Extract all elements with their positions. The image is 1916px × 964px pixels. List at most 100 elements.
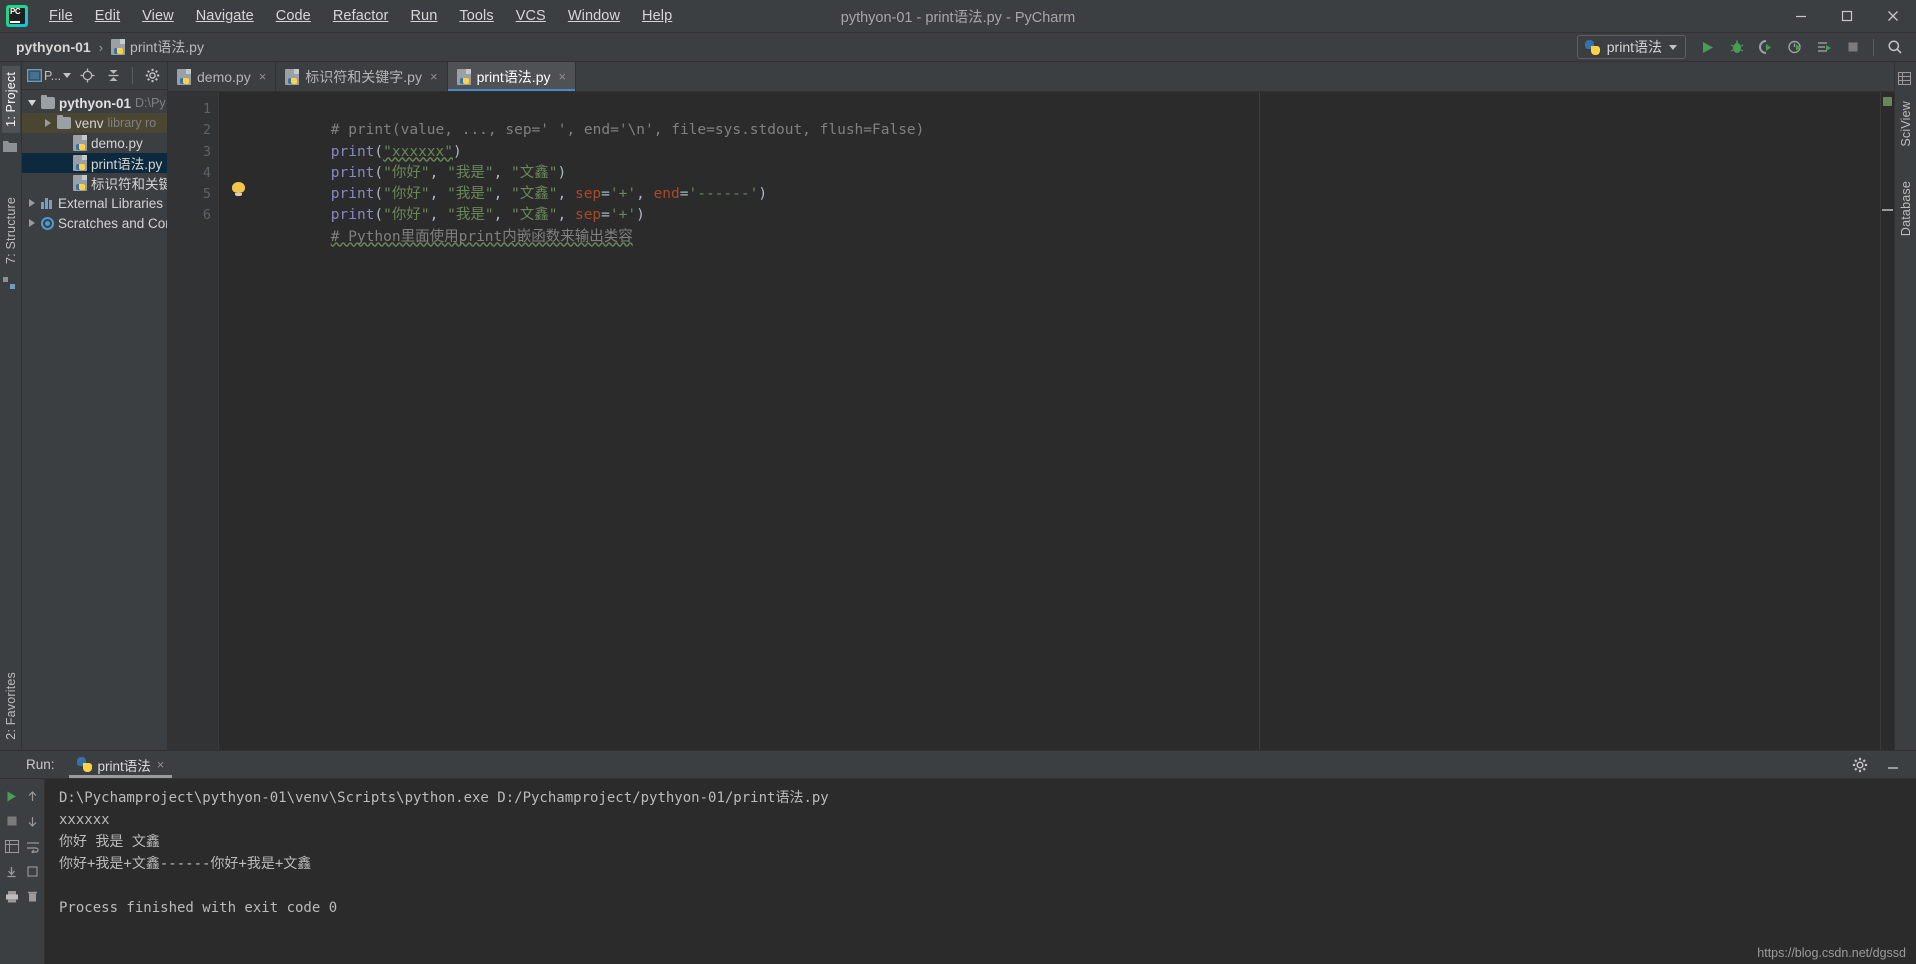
editor-scrollbar[interactable] — [1880, 92, 1894, 750]
warning-stripe-marker[interactable] — [1882, 209, 1893, 211]
menu-help-label: Help — [642, 8, 673, 24]
close-icon[interactable]: × — [157, 757, 165, 772]
breadcrumb-project[interactable]: pythyon-01 — [10, 37, 97, 57]
tab-demo-py[interactable]: demo.py × — [168, 62, 277, 91]
sidebar-item-database[interactable]: Database — [1897, 175, 1915, 242]
menu-run[interactable]: Run — [399, 5, 448, 27]
menu-code[interactable]: Code — [265, 5, 322, 27]
chevron-right-icon[interactable] — [42, 118, 53, 129]
menu-vcs-label: VCS — [515, 8, 546, 24]
stop-process-button[interactable] — [1, 809, 22, 833]
project-view-selector[interactable]: P... — [25, 64, 73, 87]
minimize-button[interactable] — [1778, 0, 1824, 32]
code-string: "我是" — [447, 186, 494, 203]
tree-item-print-syntax-py[interactable]: print语法.py — [22, 153, 167, 173]
close-icon[interactable]: × — [259, 69, 267, 84]
tree-item-scratches[interactable]: Scratches and Cor — [22, 213, 167, 233]
line-number: 5 — [202, 186, 211, 203]
maximize-button[interactable] — [1824, 0, 1870, 32]
inspection-status-marker[interactable] — [1883, 97, 1892, 106]
scroll-from-source-button[interactable] — [75, 64, 99, 87]
settings-gear-icon[interactable] — [140, 64, 164, 87]
run-tool-window: Run: print语法 × D:\Pychamproject\pythyon-… — [0, 750, 1916, 964]
scroll-to-end-button[interactable] — [22, 859, 43, 883]
chevron-right-icon[interactable] — [26, 218, 37, 229]
print-button[interactable] — [1, 884, 22, 908]
search-everywhere-button[interactable] — [1881, 34, 1908, 60]
menu-window[interactable]: Window — [557, 5, 631, 27]
console-line: Process finished with exit code 0 — [59, 900, 338, 916]
tree-item-project-root[interactable]: pythyon-01 D:\Py — [22, 93, 167, 113]
menu-help[interactable]: Help — [631, 5, 683, 27]
menu-view-label: View — [142, 8, 174, 24]
run-console-output[interactable]: D:\Pychamproject\pythyon-01\venv\Scripts… — [44, 779, 1916, 964]
code-string: "你好" — [383, 207, 430, 224]
line-number: 4 — [202, 164, 211, 181]
settings-gear-icon[interactable] — [1846, 752, 1873, 778]
tree-item-label: demo.py — [91, 135, 143, 151]
close-button[interactable] — [1870, 0, 1916, 32]
tree-item-label: External Libraries — [58, 195, 164, 211]
rerun-button[interactable] — [1, 784, 22, 808]
close-icon[interactable]: × — [559, 69, 567, 84]
stop-button[interactable] — [1839, 34, 1866, 60]
run-tab-print-syntax[interactable]: print语法 × — [68, 751, 173, 778]
menu-file[interactable]: File — [38, 5, 84, 27]
python-file-icon — [73, 135, 87, 151]
scroll-up-button[interactable] — [22, 784, 43, 808]
code-equals: = — [601, 207, 610, 224]
print-grid-button[interactable] — [1, 834, 22, 858]
collapse-all-button[interactable] — [101, 64, 125, 87]
profile-button[interactable] — [1781, 34, 1808, 60]
code-string: "你好" — [383, 164, 430, 181]
code-string: "你好" — [383, 186, 430, 203]
pycharm-logo-icon: PC — [6, 5, 28, 27]
chevron-right-icon[interactable] — [26, 198, 37, 209]
menu-refactor[interactable]: Refactor — [322, 5, 400, 27]
run-anything-button[interactable] — [1810, 34, 1837, 60]
trash-button[interactable] — [22, 884, 43, 908]
project-view-label: P... — [44, 68, 62, 83]
run-configuration-selector[interactable]: print语法 — [1576, 35, 1686, 59]
console-line: 你好+我是+文鑫------你好+我是+文鑫 — [59, 856, 312, 872]
run-tool-window-header: Run: print语法 × — [0, 751, 1916, 779]
menu-edit[interactable]: Edit — [84, 5, 131, 27]
navigation-bar: pythyon-01 › print语法.py print语法 — [0, 33, 1916, 62]
hide-panel-button[interactable] — [1879, 752, 1906, 778]
menu-view[interactable]: View — [131, 5, 185, 27]
intention-action-bulb-icon[interactable] — [232, 182, 245, 196]
sidebar-item-sciview[interactable]: SciView — [1897, 95, 1915, 153]
pin-tab-button[interactable] — [1, 859, 22, 883]
debug-button[interactable] — [1723, 34, 1750, 60]
tree-item-venv[interactable]: venv library ro — [22, 113, 167, 133]
tree-item-label: Scratches and Cor — [58, 215, 167, 231]
tree-item-identifiers-py[interactable]: 标识符和关键字. — [22, 173, 167, 193]
tab-identifiers-py[interactable]: 标识符和关键字.py × — [276, 62, 448, 91]
tree-item-external-libraries[interactable]: External Libraries — [22, 193, 167, 213]
menu-vcs[interactable]: VCS — [505, 5, 557, 27]
sidebar-item-structure[interactable]: 7: Structure — [2, 191, 20, 270]
scroll-down-button[interactable] — [22, 809, 43, 833]
tab-print-syntax-py[interactable]: print语法.py × — [447, 62, 577, 91]
code-kwarg-end: end — [653, 186, 680, 203]
console-line: 你好 我是 文鑫 — [59, 834, 160, 850]
chevron-down-icon[interactable] — [26, 98, 37, 109]
sidebar-item-favorites[interactable]: 2: Favorites — [2, 666, 20, 746]
close-icon[interactable]: × — [430, 69, 438, 84]
python-file-icon — [177, 68, 191, 85]
project-folder-icon — [2, 140, 19, 156]
run-button[interactable] — [1694, 34, 1721, 60]
menu-tools[interactable]: Tools — [448, 5, 504, 27]
tree-item-demo-py[interactable]: demo.py — [22, 133, 167, 153]
soft-wrap-button[interactable] — [22, 834, 43, 858]
code-string: "文鑫" — [511, 164, 558, 181]
breadcrumb-file[interactable]: print语法.py — [105, 35, 210, 59]
run-with-coverage-button[interactable] — [1752, 34, 1779, 60]
menu-navigate[interactable]: Navigate — [185, 5, 265, 27]
code-editor[interactable]: # print(value, ..., sep=' ', end='\n', f… — [218, 92, 1880, 750]
run-actions-sidebar — [0, 779, 44, 964]
breadcrumb-separator: › — [98, 39, 104, 55]
sidebar-item-project[interactable]: 1: Project — [1, 66, 20, 133]
line-number-gutter: 1 2 3 4 5 6 — [168, 92, 218, 750]
